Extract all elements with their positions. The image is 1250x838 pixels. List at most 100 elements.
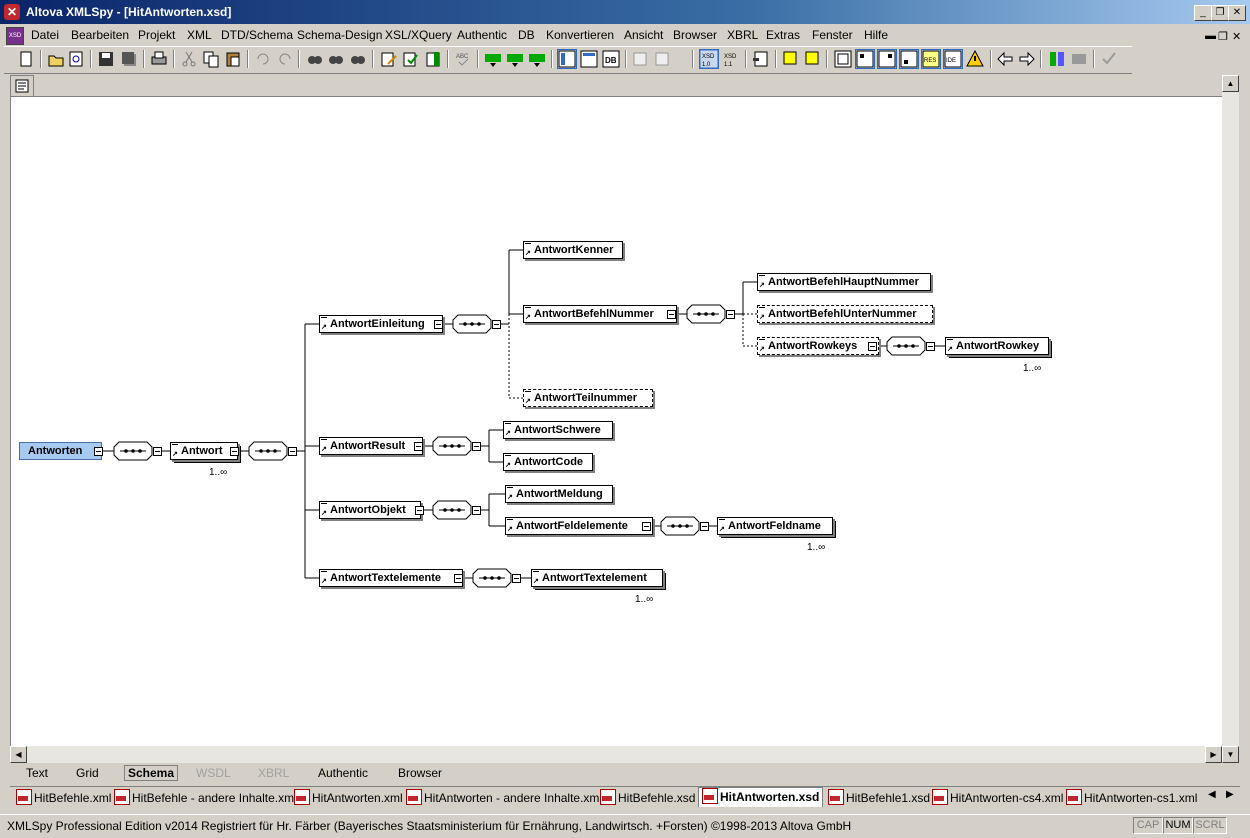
sequence-compositor-icon[interactable] <box>432 500 472 520</box>
ide-icon[interactable]: IDE <box>943 49 963 69</box>
mdi-close-icon[interactable]: ✕ <box>1232 30 1241 43</box>
menu-extras[interactable]: Extras <box>766 28 800 42</box>
document-tab[interactable]: HitBefehle.xml <box>16 789 111 805</box>
schema-element-antwort-feldname[interactable]: ↗ AntwortFeldname <box>717 517 836 538</box>
schema-element-antwort-objekt[interactable]: ↗ AntwortObjekt <box>319 501 421 519</box>
menu-datei[interactable]: Datei <box>31 28 59 42</box>
schema-settings-icon[interactable] <box>752 50 770 68</box>
paste-icon[interactable] <box>224 50 242 68</box>
collapse-toggle[interactable] <box>434 320 443 329</box>
menu-konvertieren[interactable]: Konvertieren <box>546 28 614 42</box>
vertical-scrollbar[interactable]: ▲ ▼ <box>1222 75 1239 763</box>
schema-element-antwort-textelement[interactable]: ↗ AntwortTextelement <box>531 569 666 590</box>
file-icon[interactable] <box>654 50 672 68</box>
restore-button[interactable]: ❐ <box>1211 5 1229 21</box>
collapse-toggle[interactable] <box>94 447 103 456</box>
settings-icon[interactable] <box>1100 50 1118 68</box>
menu-xml[interactable]: XML <box>187 28 212 42</box>
document-tab[interactable]: HitAntworten-cs1.xml <box>1066 789 1197 805</box>
menu-dtd-schema[interactable]: DTD/Schema <box>221 28 293 42</box>
sequence-compositor-icon[interactable] <box>686 304 726 324</box>
collapse-toggle[interactable] <box>414 442 423 451</box>
view-tab-schema[interactable]: Schema <box>124 765 179 781</box>
print-icon[interactable] <box>150 50 168 68</box>
view-tab-authentic[interactable]: Authentic <box>318 766 368 780</box>
collapse-toggle[interactable] <box>454 574 463 583</box>
schema-element-antwort-rowkeys[interactable]: ↗ AntwortRowkeys <box>757 337 879 355</box>
validate-icon[interactable] <box>402 50 420 68</box>
schema-element-antwort-meldung[interactable]: ↗ AntwortMeldung <box>505 485 613 503</box>
replace-icon[interactable] <box>349 50 367 68</box>
compare2-icon[interactable] <box>1070 50 1088 68</box>
collapse-toggle[interactable] <box>642 522 651 531</box>
menu-hilfe[interactable]: Hilfe <box>864 28 888 42</box>
menu-xbrl[interactable]: XBRL <box>727 28 758 42</box>
schema-element-antwort-befehlnummer[interactable]: ↗ AntwortBefehlNummer <box>523 305 677 323</box>
sequence-compositor-icon[interactable] <box>432 436 472 456</box>
scroll-up-button[interactable]: ▲ <box>1222 75 1239 92</box>
grid-view-icon[interactable] <box>580 50 598 68</box>
copy-icon[interactable] <box>202 50 220 68</box>
collapse-toggle[interactable] <box>492 320 501 329</box>
schema-view2-icon[interactable] <box>855 49 875 69</box>
menu-xsl-xquery[interactable]: XSL/XQuery <box>385 28 452 42</box>
spellcheck-icon[interactable]: ABC <box>454 50 472 68</box>
collapse-toggle[interactable] <box>288 447 297 456</box>
compare-icon[interactable] <box>1048 50 1066 68</box>
schema-view1-icon[interactable] <box>834 50 852 68</box>
xsd10-icon[interactable]: XSD 1.0 <box>699 49 719 69</box>
schema-element-antwort-schwere[interactable]: ↗ AntwortSchwere <box>503 421 613 439</box>
find-icon[interactable] <box>306 50 324 68</box>
collapse-toggle[interactable] <box>472 506 481 515</box>
dtd-icon[interactable] <box>632 50 650 68</box>
document-tab[interactable]: HitBefehle.xsd <box>600 789 695 805</box>
close-button[interactable]: ✕ <box>1228 5 1246 21</box>
scroll-down-button[interactable]: ▼ <box>1222 746 1239 763</box>
forward-icon[interactable] <box>1018 50 1036 68</box>
reload-icon[interactable] <box>67 50 85 68</box>
warning-icon[interactable] <box>966 50 984 68</box>
sequence-compositor-icon[interactable] <box>886 336 926 356</box>
collapse-toggle[interactable] <box>726 310 735 319</box>
menu-fenster[interactable]: Fenster <box>812 28 853 42</box>
collapse-toggle[interactable] <box>153 447 162 456</box>
schema-overview-button[interactable] <box>10 75 34 97</box>
collapse-toggle[interactable] <box>230 447 239 456</box>
app-icon[interactable]: ✕ <box>4 4 20 20</box>
schema-view4-icon[interactable] <box>899 49 919 69</box>
schema-element-antwort-kenner[interactable]: ↗ AntwortKenner <box>523 241 623 259</box>
schema-element-antwort-textelemente[interactable]: ↗ AntwortTextelemente <box>319 569 463 587</box>
view-tab-grid[interactable]: Grid <box>76 766 99 780</box>
schema-element-antwort-code[interactable]: ↗ AntwortCode <box>503 453 593 471</box>
collapse-toggle[interactable] <box>700 522 709 531</box>
scroll-left-button[interactable]: ◀ <box>10 746 27 763</box>
fo-transform-icon[interactable] <box>506 50 524 68</box>
scroll-right-button[interactable]: ▶ <box>1205 746 1222 763</box>
document-tab[interactable]: HitBefehle - andere Inhalte.xml <box>114 789 297 805</box>
menu-browser[interactable]: Browser <box>673 28 717 42</box>
schema-element-antwort-einleitung[interactable]: ↗ AntwortEinleitung <box>319 315 443 333</box>
document-icon[interactable]: XSD <box>6 27 24 45</box>
sequence-compositor-icon[interactable] <box>472 568 512 588</box>
tab-scroll-right-icon[interactable]: ▶ <box>1226 789 1234 800</box>
collapse-toggle[interactable] <box>512 574 521 583</box>
document-tab[interactable]: HitAntworten-cs4.xml <box>932 789 1063 805</box>
open-folder-icon[interactable] <box>47 50 65 68</box>
back-icon[interactable] <box>996 50 1014 68</box>
menu-db[interactable]: DB <box>518 28 535 42</box>
tab-scroll-left-icon[interactable]: ◀ <box>1208 789 1216 800</box>
collapse-toggle[interactable] <box>415 506 424 515</box>
generate-doc-icon[interactable] <box>804 50 822 68</box>
mdi-minimize-icon[interactable]: ▬ <box>1205 30 1216 42</box>
menu-ansicht[interactable]: Ansicht <box>624 28 663 42</box>
horizontal-scrollbar[interactable]: ◀ ▶ <box>10 746 1222 763</box>
schema-element-antwort[interactable]: ↗ Antwort <box>170 442 241 463</box>
document-tab[interactable]: HitAntworten - andere Inhalte.xml <box>406 789 602 805</box>
menu-bearbeiten[interactable]: Bearbeiten <box>71 28 129 42</box>
collapse-toggle[interactable] <box>667 310 676 319</box>
menu-projekt[interactable]: Projekt <box>138 28 175 42</box>
schema-view3-icon[interactable] <box>877 49 897 69</box>
new-file-icon[interactable] <box>17 50 35 68</box>
edit-icon[interactable] <box>380 50 398 68</box>
collapse-toggle[interactable] <box>868 342 877 351</box>
